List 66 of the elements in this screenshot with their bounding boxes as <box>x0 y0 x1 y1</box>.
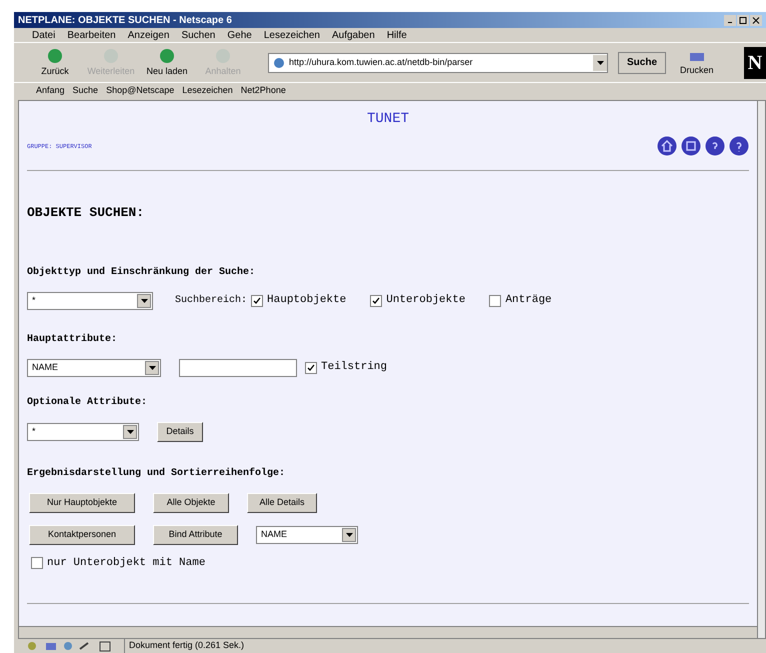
bookmark-link[interactable]: Shop@Netscape <box>106 84 174 98</box>
form-button[interactable]: Alle Details <box>247 492 317 512</box>
checkbox-label: nur Unterobjekt mit Name <box>47 556 206 570</box>
dropdown[interactable]: NAME <box>27 358 161 376</box>
title-bar: NETPLANE: OBJEKTE SUCHEN - Netscape 6 <box>14 12 766 28</box>
toolbar-button[interactable]: Zurück <box>30 46 80 78</box>
menu-item[interactable]: Datei <box>32 28 56 42</box>
nav-icon[interactable] <box>705 136 725 156</box>
form-button[interactable]: Alle Objekte <box>153 492 229 512</box>
checkbox-label: Anträge <box>505 293 552 308</box>
menu-item[interactable]: Lesezeichen <box>264 28 320 42</box>
window-control-icon[interactable] <box>724 14 736 26</box>
bookmark-link[interactable]: Lesezeichen <box>182 84 233 98</box>
address-field[interactable]: http://uhura.kom.tuwien.ac.at/netdb-bin/parser <box>268 52 608 72</box>
logo: N <box>744 46 766 78</box>
form-button[interactable]: Nur Hauptobjekte <box>29 492 135 512</box>
checkbox[interactable] <box>489 294 502 306</box>
horizontal-scrollbar[interactable] <box>19 626 757 638</box>
status-text: Dokument fertig (0.261 Sek.) <box>124 639 244 653</box>
nav-icon[interactable] <box>657 136 677 156</box>
menu-item[interactable]: Bearbeiten <box>67 28 116 42</box>
caret-icon <box>346 532 352 536</box>
dropdown[interactable]: * <box>27 422 139 440</box>
menu-item[interactable]: Aufgaben <box>332 28 375 42</box>
window-control-icon[interactable] <box>750 14 762 26</box>
site-title: TUNET <box>366 110 409 129</box>
form-button[interactable]: Kontaktpersonen <box>29 524 135 544</box>
nav-icon[interactable] <box>729 136 749 156</box>
dropdown[interactable]: NAME <box>256 526 358 544</box>
dropdown[interactable]: * <box>27 292 153 310</box>
form-button[interactable]: Bind Attribute <box>153 524 238 544</box>
caret-icon <box>126 430 134 434</box>
checkbox-label: Unterobjekte <box>386 293 466 308</box>
menu-item[interactable]: Hilfe <box>386 28 407 42</box>
page-icon <box>273 56 285 68</box>
form-button[interactable]: Details <box>157 422 203 442</box>
checkbox-label: Hauptobjekte <box>267 293 346 308</box>
bookmark-link[interactable]: Suche <box>72 84 98 98</box>
caret-icon[interactable] <box>596 60 604 64</box>
caret-icon <box>148 366 156 370</box>
window-control-icon[interactable] <box>737 14 749 26</box>
menu-item[interactable]: Anzeigen <box>128 28 170 42</box>
checkbox[interactable] <box>31 556 43 569</box>
caret-icon <box>140 298 148 302</box>
menu-item[interactable]: Gehe <box>227 28 252 42</box>
checkbox[interactable] <box>251 294 264 306</box>
checkbox[interactable] <box>370 294 382 306</box>
section-label: Ergebnisdarstellung und Sortierreihenfolge: <box>27 466 286 480</box>
section-label: Hauptattribute: <box>27 332 118 346</box>
bookmark-link[interactable]: Net2Phone <box>240 84 286 98</box>
vertical-scrollbar[interactable] <box>757 101 765 638</box>
value-field[interactable] <box>179 358 297 376</box>
toolbar-icon <box>46 46 64 65</box>
menu-item[interactable]: Suchen <box>181 28 216 42</box>
section-label: Objekttyp und Einschränkung der Suche: <box>27 266 256 280</box>
toolbar-button[interactable]: Neu laden <box>142 46 192 78</box>
page-heading: OBJEKTE SUCHEN: <box>27 204 146 222</box>
section-label: Optionale Attribute: <box>27 396 148 410</box>
print-button[interactable]: Drucken <box>680 48 714 78</box>
toolbar-icon <box>158 46 176 65</box>
bookmark-link[interactable]: Anfang <box>36 84 65 98</box>
nav-icon[interactable] <box>681 136 701 156</box>
scope-label: Suchbereich: <box>175 294 248 308</box>
checkbox[interactable] <box>305 362 317 374</box>
checkbox-label: Teilstring <box>321 360 388 376</box>
search-button[interactable]: Suche <box>618 52 666 74</box>
